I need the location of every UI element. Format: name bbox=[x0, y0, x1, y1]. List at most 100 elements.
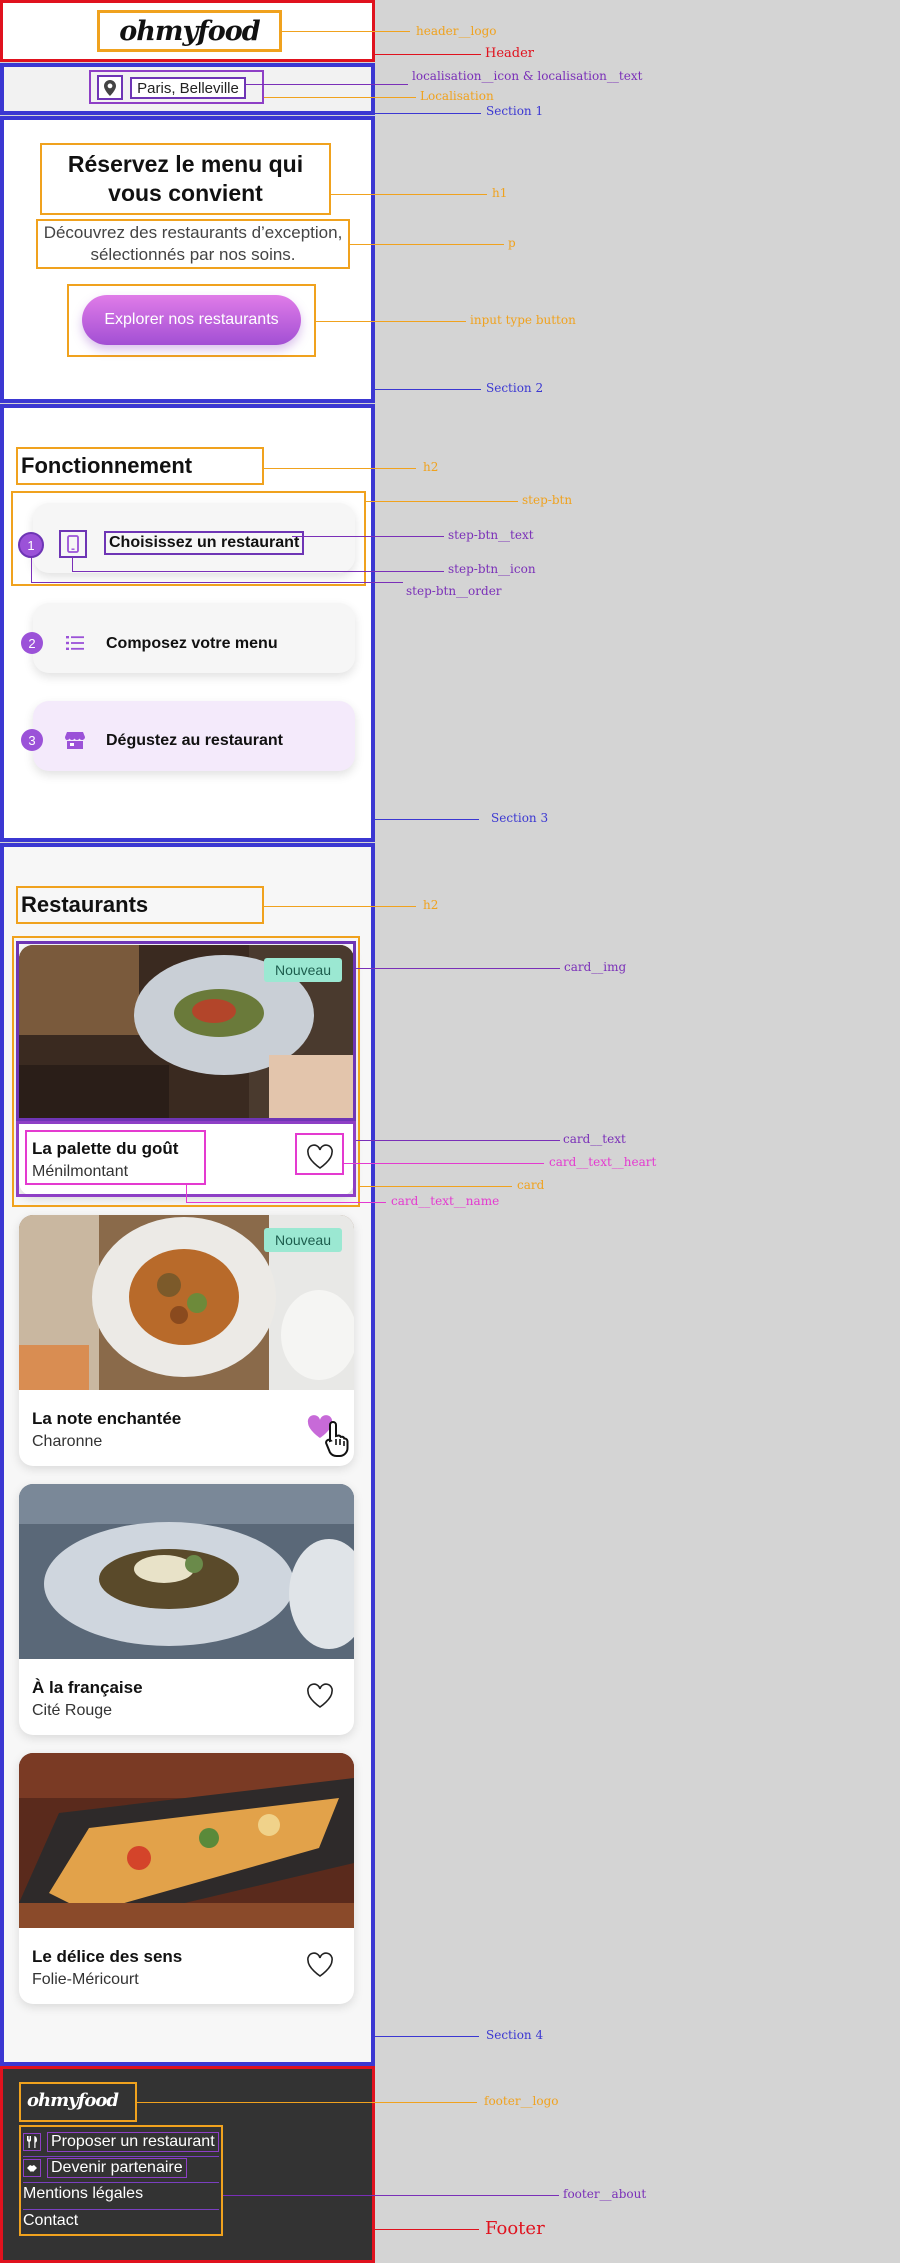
footer-link-partner[interactable]: Devenir partenaire bbox=[23, 2157, 187, 2179]
label-section-3: Section 3 bbox=[491, 811, 549, 825]
leader-line bbox=[72, 557, 73, 572]
footer-link-label: Mentions légales bbox=[23, 2185, 144, 2202]
label-step-btn-icon: step-btn__icon bbox=[448, 562, 536, 576]
leader-line bbox=[375, 2229, 479, 2230]
label-footer-logo: footer__logo bbox=[484, 2094, 559, 2108]
leader-line bbox=[375, 389, 481, 390]
label-footer-about: footer__about bbox=[563, 2187, 647, 2201]
footer-link-label: Proposer un restaurant bbox=[47, 2132, 219, 2152]
label-header-logo: header__logo bbox=[416, 24, 497, 38]
leader-line bbox=[282, 31, 410, 32]
label-card-text-name: card__text__name bbox=[391, 1194, 500, 1208]
label-p: p bbox=[508, 236, 516, 250]
hero-subtitle-frame: Découvrez des restaurants d’exception, s… bbox=[36, 219, 350, 269]
leader-line bbox=[375, 54, 481, 55]
leader-line bbox=[246, 84, 408, 85]
label-h1: h1 bbox=[492, 186, 508, 200]
step-order-1: 1 bbox=[18, 532, 44, 558]
heart-icon[interactable] bbox=[306, 1952, 334, 1978]
localisation-text[interactable]: Paris, Belleville bbox=[130, 77, 246, 99]
leader-line bbox=[264, 906, 416, 907]
label-section-1: Section 1 bbox=[486, 104, 544, 118]
handshake-icon bbox=[23, 2159, 41, 2177]
leader-line bbox=[31, 582, 403, 583]
leader-line bbox=[186, 1185, 187, 1203]
label-localisation-icon-text: localisation__icon & localisation__text bbox=[412, 69, 643, 83]
hero-title: Réservez le menu qui vous convient bbox=[67, 151, 304, 206]
step-order-3: 3 bbox=[21, 729, 43, 751]
leader-line bbox=[331, 194, 487, 195]
label-step-btn-order: step-btn__order bbox=[406, 584, 502, 598]
restaurant-card-2[interactable]: Nouveau La note enchantée Charonne bbox=[19, 1215, 354, 1466]
leader-line bbox=[223, 2195, 559, 2196]
cutlery-icon bbox=[23, 2133, 41, 2151]
label-localisation: Localisation bbox=[420, 89, 494, 103]
step-label-3: Dégustez au restaurant bbox=[106, 732, 283, 749]
label-input-button: input type button bbox=[470, 313, 576, 327]
step-label-2: Composez votre menu bbox=[106, 635, 278, 652]
footer-link-label: Devenir partenaire bbox=[47, 2158, 187, 2178]
label-card-text-heart: card__text__heart bbox=[549, 1155, 657, 1169]
leader-line bbox=[31, 557, 32, 583]
footer-link-propose[interactable]: Proposer un restaurant bbox=[23, 2131, 219, 2153]
label-card-text: card__text bbox=[563, 1132, 626, 1146]
leader-line bbox=[292, 536, 444, 537]
leader-line bbox=[356, 968, 560, 969]
map-pin-icon bbox=[97, 75, 123, 100]
header-logo[interactable]: ohmyfood bbox=[97, 10, 282, 52]
leader-line bbox=[264, 97, 416, 98]
leader-line bbox=[375, 819, 479, 820]
card-name-2: La note enchantée bbox=[32, 1409, 182, 1428]
label-h2-restaurants: h2 bbox=[423, 898, 439, 912]
footer-link-legal[interactable]: Mentions légales bbox=[23, 2183, 143, 2205]
label-section-2: Section 2 bbox=[486, 381, 544, 395]
footer-link-label: Contact bbox=[23, 2212, 79, 2229]
label-header: Header bbox=[485, 46, 535, 61]
restaurant-card-3[interactable]: À la française Cité Rouge bbox=[19, 1484, 354, 1735]
card-text-name-frame bbox=[25, 1130, 206, 1185]
store-icon bbox=[64, 729, 86, 751]
card-img-frame bbox=[16, 941, 356, 1121]
mobile-icon bbox=[59, 530, 87, 558]
leader-line bbox=[366, 501, 518, 502]
leader-line bbox=[350, 244, 504, 245]
step-order-2: 2 bbox=[21, 632, 43, 654]
leader-line bbox=[360, 1186, 512, 1187]
card-image-4 bbox=[19, 1753, 354, 1928]
card-area-3: Cité Rouge bbox=[32, 1702, 113, 1719]
how-title-frame: Fonctionnement bbox=[16, 447, 264, 485]
leader-line bbox=[137, 2102, 477, 2103]
leader-line bbox=[375, 113, 481, 114]
label-card-img: card__img bbox=[564, 960, 627, 974]
footer-logo[interactable]: ohmyfood bbox=[19, 2082, 137, 2122]
leader-line bbox=[356, 1140, 560, 1141]
restaurant-card-4[interactable]: Le délice des sens Folie-Méricourt bbox=[19, 1753, 354, 2004]
how-title: Fonctionnement bbox=[21, 453, 193, 478]
logo-text: ohmyfood bbox=[119, 16, 260, 47]
leader-line bbox=[264, 468, 416, 469]
card-name-3: À la française bbox=[32, 1678, 143, 1697]
restaurants-title: Restaurants bbox=[21, 892, 149, 917]
card-area-4: Folie-Méricourt bbox=[32, 1971, 139, 1988]
restaurants-title-frame: Restaurants bbox=[16, 886, 264, 924]
leader-line bbox=[344, 1163, 544, 1164]
label-h2-how: h2 bbox=[423, 460, 439, 474]
new-badge: Nouveau bbox=[263, 1228, 342, 1252]
pointer-hand-icon bbox=[325, 1420, 349, 1457]
step-label-1: Choisissez un restaurant bbox=[104, 531, 305, 555]
card-text-heart-frame bbox=[295, 1133, 344, 1175]
leader-line bbox=[375, 2036, 479, 2037]
leader-line bbox=[72, 571, 444, 572]
label-section-4: Section 4 bbox=[486, 2028, 544, 2042]
heart-icon[interactable] bbox=[306, 1683, 334, 1709]
footer-link-contact[interactable]: Contact bbox=[23, 2210, 78, 2232]
card-name-4: Le délice des sens bbox=[32, 1947, 183, 1966]
leader-line bbox=[316, 321, 466, 322]
label-footer: Footer bbox=[485, 2218, 545, 2239]
leader-line bbox=[186, 1202, 386, 1203]
label-card: card bbox=[517, 1178, 545, 1192]
annotated-mockup-diagram: ohmyfood Paris, Belleville Réservez le m… bbox=[0, 0, 900, 2263]
card-image-3 bbox=[19, 1484, 354, 1659]
explore-restaurants-button[interactable]: Explorer nos restaurants bbox=[82, 295, 301, 345]
list-icon bbox=[64, 632, 86, 654]
